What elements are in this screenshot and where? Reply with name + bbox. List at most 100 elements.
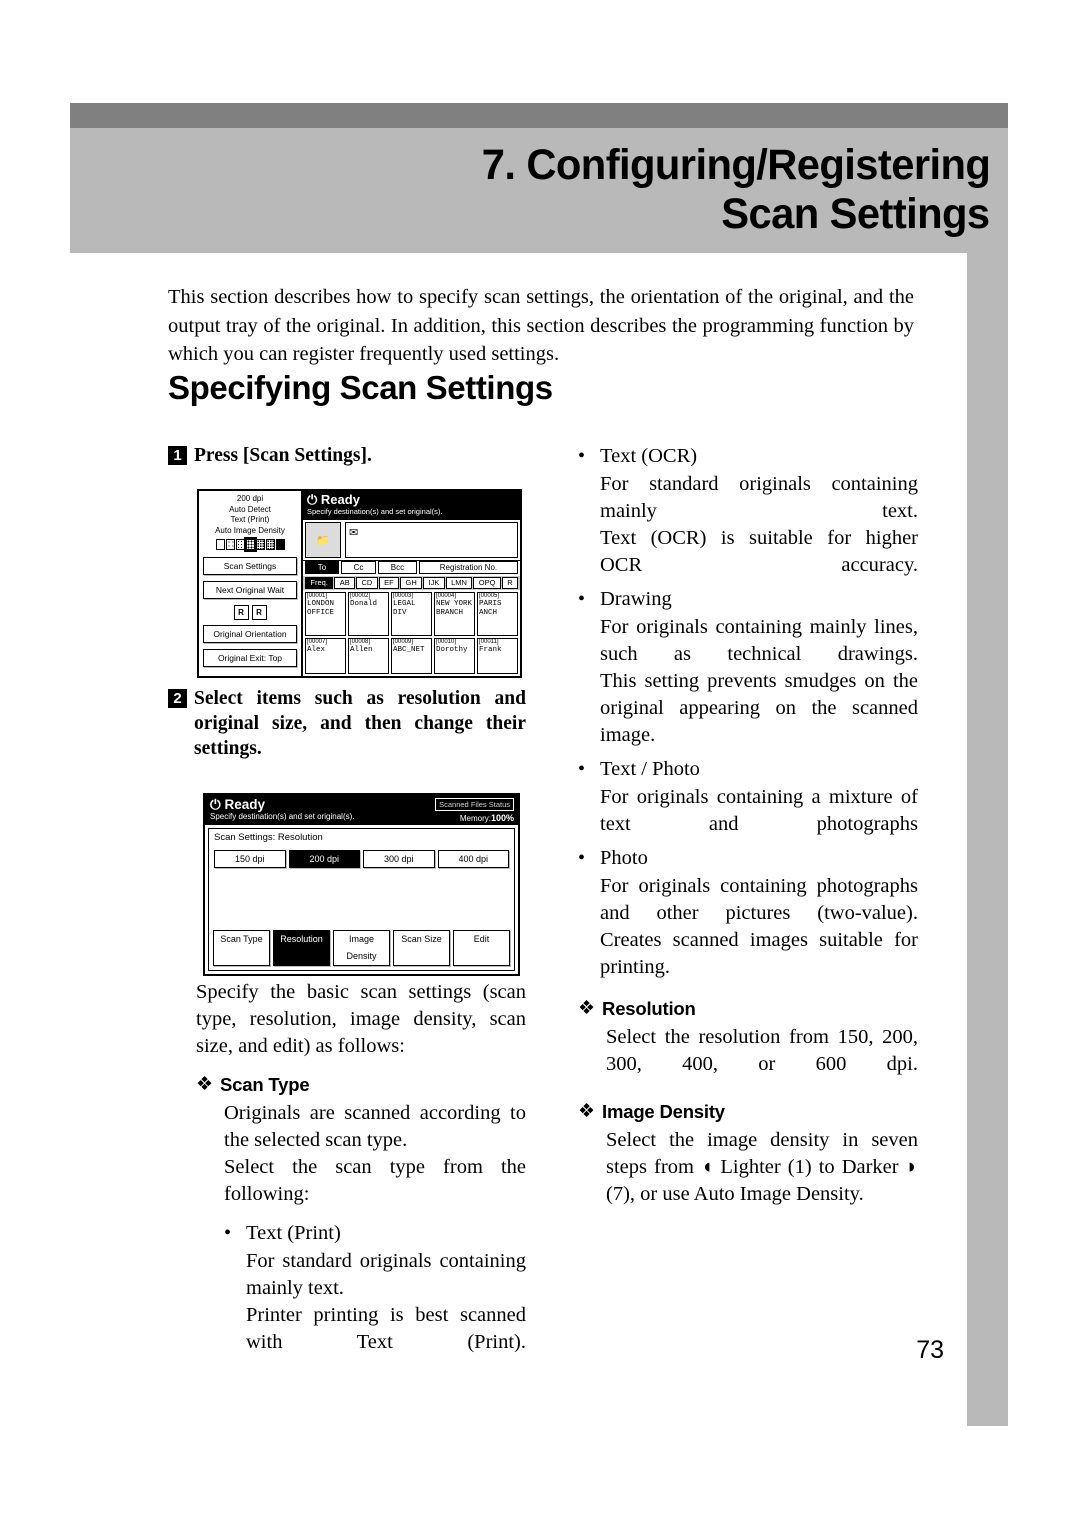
list-item[interactable]: [00002] Donald	[348, 592, 389, 637]
image-density-lighter: Lighter (1) to	[720, 1156, 835, 1178]
orientation-portrait-icon[interactable]: R	[233, 605, 249, 620]
density-step-1[interactable]	[215, 539, 225, 550]
diamond-scan-type-label: Scan Type	[220, 1074, 310, 1095]
list-item: • Drawing	[578, 586, 918, 613]
lcd1-alpha-freq[interactable]: Freq.	[305, 577, 334, 589]
list-item[interactable]: [00008] Allen	[348, 638, 389, 674]
orientation-landscape-icon[interactable]: R	[251, 605, 267, 620]
lcd2-panel-heading: Scan Settings: Resolution	[214, 832, 323, 843]
lcd1-status-dpi: 200 dpi	[236, 494, 264, 503]
lcd2-resolution-150[interactable]: 150 dpi	[214, 850, 286, 868]
lcd-screenshot-resolution-screen: ⏻ Ready Specify destination(s) and set o…	[203, 793, 520, 976]
density-step-2[interactable]	[225, 539, 235, 550]
table-row: [00007] Alex [00008] Allen [00009] ABC_N…	[305, 638, 518, 674]
lcd2-memory-label: Memory:	[459, 814, 491, 823]
page-number: 73	[916, 1336, 944, 1364]
lcd1-status-scantype: Text (Print)	[230, 515, 270, 524]
list-item: • Text (Print)	[224, 1220, 526, 1247]
entry-id: [00010]	[436, 639, 457, 646]
chapter-title: 7. Configuring/Registering Scan Settings	[70, 126, 990, 254]
diamond-image-density-label: Image Density	[602, 1101, 725, 1122]
lcd2-tab-scan-size[interactable]: Scan Size	[393, 930, 450, 966]
lcd1-left-panel: 200 dpi Auto Detect Text (Print) Auto Im…	[199, 491, 303, 676]
density-step-4-selected[interactable]	[243, 537, 257, 552]
lcd1-tab-registration-no[interactable]: Registration No.	[418, 561, 519, 574]
lcd1-alpha-r[interactable]: R	[501, 577, 519, 589]
lcd1-alpha-lmn[interactable]: LMN	[445, 577, 473, 589]
diamond-icon: ❖	[196, 1074, 214, 1095]
lcd1-button-next-original-wait[interactable]: Next Original Wait	[203, 581, 297, 599]
scan-type-body-1: Originals are scanned according to the s…	[224, 1102, 526, 1151]
lcd1-alpha-ab[interactable]: AB	[334, 577, 356, 589]
lcd2-tab-resolution-selected[interactable]: Resolution	[273, 930, 330, 966]
lcd1-alpha-opq[interactable]: OPQ	[473, 577, 501, 589]
lcd2-tab-image-density[interactable]: Image Density	[333, 930, 390, 966]
image-density-text-b: (7), or use Auto Image Density.	[606, 1183, 864, 1205]
lcd2-resolution-300[interactable]: 300 dpi	[363, 850, 435, 868]
lcd1-ready-text: Ready	[320, 492, 360, 507]
lcd1-button-original-orientation[interactable]: Original Orientation	[203, 625, 297, 643]
page-title: Specifying Scan Settings	[168, 369, 553, 406]
lcd1-tab-bcc[interactable]: Bcc	[378, 561, 417, 574]
entry-name: LONDON OFFICE	[307, 600, 335, 617]
density-step-5[interactable]	[255, 539, 265, 550]
list-item[interactable]: [00003] LEGAL DIV	[391, 592, 432, 637]
lcd1-status-detect: Auto Detect	[229, 504, 271, 514]
lcd1-alpha-cd[interactable]: CD	[356, 577, 378, 589]
lcd2-scanned-files-status-button[interactable]: Scanned Files Status	[435, 798, 514, 811]
bullet-title: Text / Photo	[600, 758, 700, 780]
step-1-text: Press [Scan Settings].	[194, 445, 372, 466]
step-2-number: 2	[168, 689, 187, 708]
entry-id: [00003]	[393, 593, 414, 599]
lcd1-destination-grid: [00001] LONDON OFFICE [00002] Donald [00…	[303, 590, 520, 676]
lcd1-button-original-exit[interactable]: Original Exit: Top	[203, 649, 297, 667]
diamond-icon: ❖	[578, 998, 596, 1019]
lcd1-subtitle: Specify destination(s) and set original(…	[307, 507, 443, 516]
list-item[interactable]: [00010] Dorothy	[434, 638, 475, 674]
bullet-line: Printer printing is best scanned with Te…	[246, 1304, 526, 1353]
lcd2-tab-edit[interactable]: Edit	[453, 930, 510, 966]
density-step-6[interactable]	[265, 539, 275, 550]
list-item[interactable]: [00007] Alex	[305, 638, 346, 674]
lcd1-tab-cc[interactable]: Cc	[340, 561, 377, 574]
list-item[interactable]: [00011] Frank	[477, 638, 518, 674]
lcd2-resolution-200-selected[interactable]: 200 dpi	[288, 850, 360, 868]
lcd1-button-scan-settings[interactable]: Scan Settings	[203, 557, 297, 575]
lcd1-destination-field[interactable]: ✉	[345, 522, 518, 558]
density-step-7[interactable]	[275, 539, 285, 550]
diamond-resolution: ❖ Resolution	[578, 997, 918, 1021]
lcd1-alpha-ef[interactable]: EF	[378, 577, 400, 589]
orientation-icons[interactable]: R R	[202, 605, 298, 620]
list-item[interactable]: [00009] ABC_NET	[391, 638, 432, 674]
density-scale[interactable]	[202, 537, 298, 552]
lcd1-alpha-gh[interactable]: GH	[400, 577, 423, 589]
entry-id: [00004]	[436, 593, 457, 599]
lcd1-titlebar: ⏻ Ready Specify destination(s) and set o…	[303, 491, 520, 520]
folder-icon[interactable]: 📁	[305, 522, 341, 558]
lcd1-alpha-ijk[interactable]: IJK	[423, 577, 445, 589]
step-1-number: 1	[168, 446, 187, 465]
envelope-icon: ✉	[349, 527, 359, 539]
lcd1-dest-tabs: To Cc Bcc Registration No.	[303, 561, 520, 576]
lcd2-resolution-400[interactable]: 400 dpi	[437, 850, 509, 868]
lcd1-tab-to[interactable]: To	[305, 561, 339, 574]
entry-id: [00008]	[350, 639, 371, 646]
lcd2-panel-spacer	[209, 872, 514, 927]
lcd1-alpha-tabs: Freq. AB CD EF GH IJK LMN OPQ R	[303, 576, 520, 590]
list-item[interactable]: [00001] LONDON OFFICE	[305, 592, 346, 637]
bullet-line: For standard originals containing mainly…	[600, 473, 918, 522]
entry-id: [00007]	[307, 639, 328, 646]
power-icon: ⏻	[307, 492, 318, 507]
bullet-icon: •	[578, 847, 586, 869]
list-item[interactable]: [00005] PARIS ANCH	[477, 592, 518, 637]
lcd1-right-panel: ⏻ Ready Specify destination(s) and set o…	[303, 491, 520, 676]
density-step-3[interactable]	[235, 539, 245, 550]
list-item[interactable]: [00004] NEW YORK BRANCH	[434, 592, 475, 637]
scan-type-bullet-list-part1: • Text (Print) For standard originals co…	[224, 1220, 526, 1356]
lcd1-destination-area: 📁 ✉	[303, 520, 520, 561]
lcd1-ready-status: ⏻ Ready	[307, 493, 516, 507]
entry-id: [00005]	[479, 593, 500, 599]
lcd2-tab-scan-type[interactable]: Scan Type	[213, 930, 270, 966]
bullet-line: Text (OCR) is suitable for higher OCR ac…	[600, 527, 918, 576]
diamond-resolution-label: Resolution	[602, 998, 696, 1019]
